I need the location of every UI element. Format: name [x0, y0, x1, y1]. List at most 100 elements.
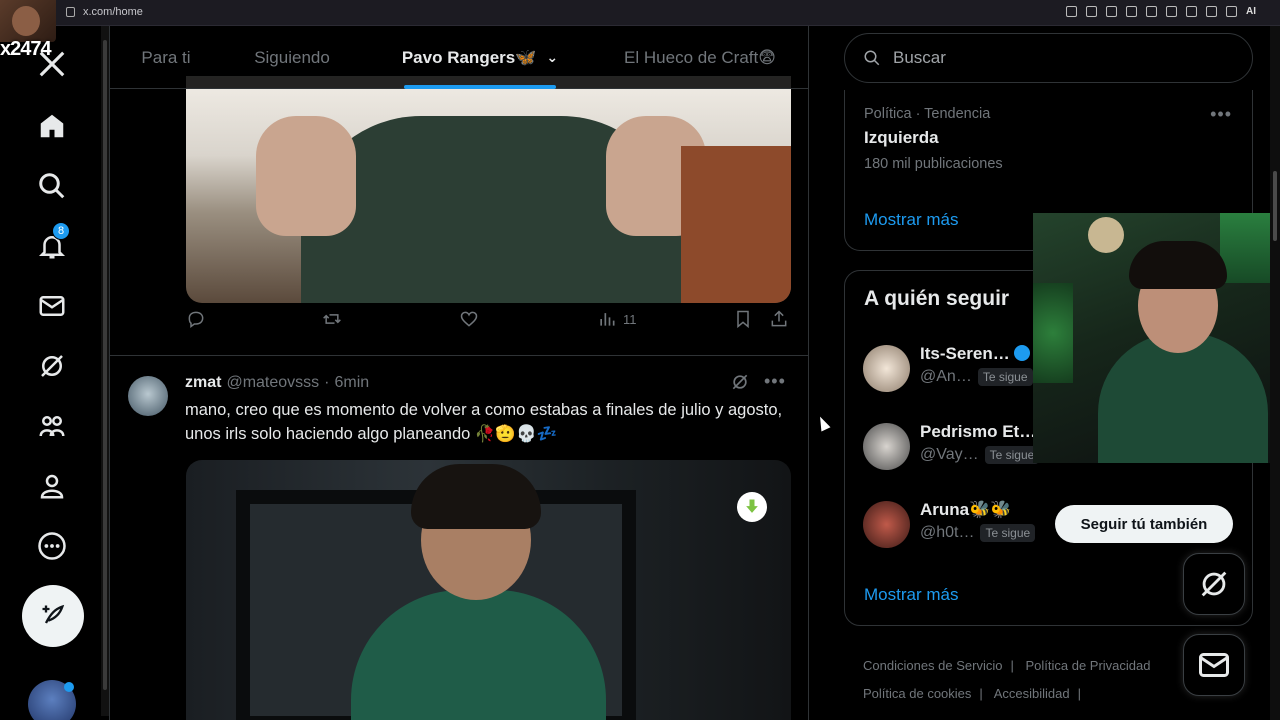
browser-toolbar: x.com/home AI — [0, 0, 1280, 26]
trends-show-more-link[interactable]: Mostrar más — [864, 210, 958, 230]
cookies-link[interactable]: Política de cookies — [863, 686, 971, 701]
tab-label: El Hueco de Craft😨 — [624, 47, 776, 67]
tab-el-hueco-de-craft[interactable]: El Hueco de Craft😨 — [600, 26, 800, 89]
trend-category: Política · Tendencia — [864, 106, 991, 122]
user-handle: @Vay… — [920, 446, 979, 463]
christmas-tree — [1033, 283, 1073, 383]
bookmark-icon — [737, 310, 749, 329]
bookmark-button[interactable] — [733, 309, 753, 329]
more-icon[interactable]: ••• — [764, 371, 786, 392]
tab-siguiendo[interactable]: Siguiendo — [222, 26, 362, 89]
chevron-down-icon[interactable]: ⌄ — [546, 49, 558, 66]
tab-label: Para ti — [141, 47, 191, 67]
account-avatar[interactable] — [28, 680, 76, 720]
user-name[interactable]: Pedrismo Et… — [920, 422, 1036, 442]
left-scrollbar-thumb[interactable] — [103, 40, 107, 690]
footer-separator: | — [1077, 686, 1081, 701]
ai-extension-label[interactable]: AI — [1246, 6, 1256, 17]
zoom-icon[interactable] — [1066, 6, 1077, 17]
follows-you-badge: Te sigue — [980, 524, 1036, 542]
author-name[interactable]: zmat — [185, 374, 221, 392]
user-handle-row: @h0t… Te sigue — [920, 524, 1036, 542]
download-icon[interactable] — [1226, 6, 1237, 17]
page-scrollbar[interactable] — [1270, 26, 1280, 720]
shield-icon[interactable] — [1126, 6, 1137, 17]
reply-icon — [188, 311, 204, 328]
heart-icon[interactable] — [1166, 6, 1177, 17]
follow-back-button[interactable]: Seguir tú también — [1055, 505, 1233, 543]
post-time[interactable]: 6min — [335, 374, 370, 392]
home-icon[interactable] — [24, 98, 80, 154]
tab-para-ti[interactable]: Para ti — [110, 26, 222, 89]
user-name[interactable]: Its-Seren… — [920, 344, 1030, 364]
address-bar[interactable]: x.com/home — [66, 6, 143, 18]
messages-icon[interactable] — [24, 278, 80, 334]
grok-floating-button[interactable] — [1183, 553, 1245, 615]
compose-post-button[interactable] — [22, 585, 84, 647]
reply-button[interactable] — [186, 309, 206, 329]
trend-more-icon[interactable]: ••• — [1210, 104, 1232, 125]
download-arrow-icon[interactable] — [737, 492, 767, 522]
feather-plus-icon — [42, 604, 65, 624]
search-input[interactable] — [893, 48, 1223, 68]
grok-icon[interactable] — [24, 338, 80, 394]
user-handle: @h0t… — [920, 524, 975, 541]
privacy-link[interactable]: Política de Privacidad — [1025, 658, 1150, 673]
user-handle-row: @An… Te sigue — [920, 368, 1033, 386]
search-nav-icon[interactable] — [24, 158, 80, 214]
footer-separator: | — [979, 686, 983, 701]
like-button[interactable] — [459, 309, 479, 329]
user-handle: @An… — [920, 368, 972, 385]
share-button[interactable] — [769, 309, 789, 329]
timeline-tabs: Para ti Siguiendo Pavo Rangers🦋 ⌄ El Hue… — [110, 26, 808, 89]
timeline: Para ti Siguiendo Pavo Rangers🦋 ⌄ El Hue… — [109, 26, 809, 720]
notifications-badge: 8 — [52, 222, 70, 240]
page-scrollbar-thumb[interactable] — [1273, 171, 1277, 241]
trend-name[interactable]: Izquierda — [864, 128, 939, 148]
image-detail — [256, 116, 356, 236]
post-author-avatar[interactable] — [128, 376, 168, 416]
user-avatar[interactable] — [863, 423, 910, 470]
post-divider — [110, 355, 808, 356]
pin-icon[interactable] — [1086, 6, 1097, 17]
lock-icon — [66, 7, 75, 17]
repost-button[interactable] — [322, 309, 342, 329]
extension-icon[interactable] — [1186, 6, 1197, 17]
x-logo-icon[interactable] — [24, 36, 80, 92]
accessibility-link[interactable]: Accesibilidad — [994, 686, 1070, 701]
post-header-actions: ••• — [730, 371, 786, 392]
notifications-icon[interactable]: 8 — [24, 218, 80, 274]
messages-floating-button[interactable] — [1183, 634, 1245, 696]
left-scrollbar[interactable] — [101, 26, 109, 716]
play-icon[interactable] — [1146, 6, 1157, 17]
user-avatar[interactable] — [863, 345, 910, 392]
bookmark-icon[interactable] — [1106, 6, 1117, 17]
who-to-follow-title: A quién seguir — [864, 287, 1010, 310]
user-avatar[interactable] — [863, 501, 910, 548]
more-options-icon[interactable] — [24, 518, 80, 574]
communities-icon[interactable] — [24, 398, 80, 454]
follow-show-more-link[interactable]: Mostrar más — [864, 585, 958, 605]
video-detail — [411, 464, 541, 529]
post-media-image[interactable] — [186, 76, 791, 303]
grok-icon[interactable] — [730, 372, 750, 392]
search-bar[interactable] — [844, 33, 1253, 83]
tab-label: Pavo Rangers🦋 — [401, 47, 537, 67]
follows-you-badge: Te sigue — [977, 368, 1033, 386]
post-header: zmat @mateovsss · 6min — [185, 374, 369, 392]
post-media-video[interactable] — [186, 460, 791, 720]
search-icon — [864, 50, 880, 66]
author-handle[interactable]: @mateovsss — [226, 374, 319, 392]
streamer-hair — [1129, 241, 1227, 289]
user-name-text: Its-Seren… — [920, 344, 1010, 363]
terms-link[interactable]: Condiciones de Servicio — [863, 658, 1002, 673]
tab-pavo-rangers[interactable]: Pavo Rangers🦋 ⌄ — [382, 26, 578, 89]
left-nav: 8 — [0, 26, 100, 720]
share-icon — [771, 310, 787, 327]
views-button[interactable]: 11 — [597, 309, 637, 329]
user-name[interactable]: Aruna🐝🐝 — [920, 500, 1011, 520]
profile-icon[interactable] — [24, 458, 80, 514]
browser-extensions: AI — [1066, 6, 1256, 17]
lock-small-icon[interactable] — [1206, 6, 1217, 17]
image-detail — [681, 146, 791, 303]
